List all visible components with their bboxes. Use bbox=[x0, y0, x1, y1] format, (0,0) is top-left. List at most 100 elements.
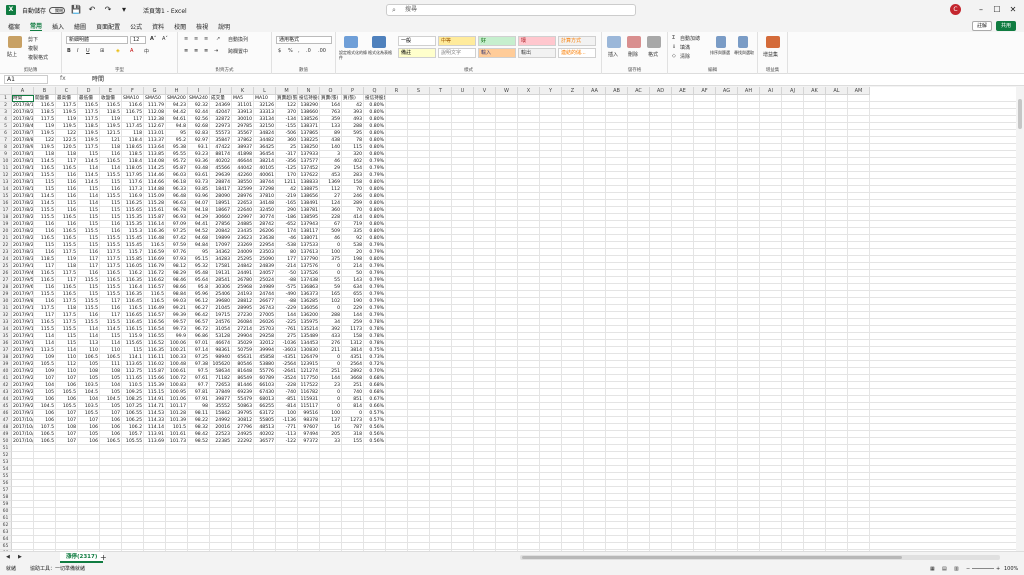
data-cell[interactable]: 100.61 bbox=[167, 368, 187, 375]
data-cell[interactable]: -125 bbox=[277, 165, 297, 172]
data-cell[interactable]: -3603 bbox=[277, 347, 297, 354]
data-cell[interactable]: 95.87 bbox=[167, 165, 187, 172]
row-header[interactable]: 16 bbox=[0, 200, 12, 207]
data-cell[interactable]: 2017/9/19 bbox=[13, 347, 33, 354]
data-cell[interactable]: 116 bbox=[35, 249, 55, 256]
data-cell[interactable]: 117.5 bbox=[101, 263, 121, 270]
row-header[interactable]: 46 bbox=[0, 410, 12, 417]
data-cell[interactable]: 116 bbox=[57, 172, 77, 179]
data-cell[interactable]: 94.52 bbox=[189, 228, 209, 235]
data-cell[interactable]: 111 bbox=[101, 361, 121, 368]
data-cell[interactable]: 100 bbox=[277, 410, 297, 417]
data-cell[interactable]: 116.5 bbox=[145, 298, 165, 305]
column-header[interactable]: U bbox=[452, 87, 474, 95]
data-cell[interactable]: 97.01 bbox=[189, 340, 209, 347]
data-cell[interactable]: 130830 bbox=[299, 347, 319, 354]
data-cell[interactable]: 2017/9/4 bbox=[13, 270, 33, 277]
data-cell[interactable]: 2017/8/30 bbox=[13, 249, 33, 256]
paste-button[interactable]: 貼上 bbox=[7, 51, 17, 58]
data-cell[interactable]: 15842 bbox=[211, 410, 231, 417]
data-cell[interactable]: 95.72 bbox=[167, 158, 187, 165]
data-cell[interactable]: 110 bbox=[101, 347, 121, 354]
data-cell[interactable]: 32126 bbox=[255, 102, 275, 109]
data-cell[interactable]: 119.5 bbox=[35, 144, 55, 151]
column-header[interactable]: G bbox=[144, 87, 166, 95]
data-cell[interactable]: 116.9 bbox=[123, 193, 143, 200]
align-middle-icon[interactable]: ≡ bbox=[194, 36, 198, 42]
row-header[interactable]: 9 bbox=[0, 151, 12, 158]
data-cell[interactable]: 112.67 bbox=[145, 123, 165, 130]
data-cell[interactable]: 114.5 bbox=[101, 326, 121, 333]
zoom-level[interactable]: 100% bbox=[1004, 563, 1018, 575]
zoom-slider[interactable] bbox=[972, 568, 994, 569]
row-header[interactable]: 57 bbox=[0, 487, 12, 494]
sheet-tab[interactable]: 漲停(2317) bbox=[60, 552, 104, 563]
data-cell[interactable]: 100.95 bbox=[167, 389, 187, 396]
clear-icon[interactable]: ◇ bbox=[672, 53, 676, 59]
data-cell[interactable]: 393 bbox=[343, 109, 363, 116]
data-cell[interactable]: 117522 bbox=[299, 382, 319, 389]
column-header[interactable]: I bbox=[188, 87, 210, 95]
normal-view-icon[interactable]: ▦ bbox=[930, 563, 935, 575]
data-cell[interactable]: 21045 bbox=[211, 305, 231, 312]
data-cell[interactable]: 2017/9/18 bbox=[13, 340, 33, 347]
data-cell[interactable]: 97.09 bbox=[167, 221, 187, 228]
data-cell[interactable]: 138781 bbox=[299, 207, 319, 214]
data-cell[interactable]: 106 bbox=[79, 438, 99, 445]
data-cell[interactable]: 137452 bbox=[299, 165, 319, 172]
data-cell[interactable]: -740 bbox=[277, 389, 297, 396]
data-cell[interactable]: 116 bbox=[101, 305, 121, 312]
data-cell[interactable]: 0.78% bbox=[365, 326, 385, 333]
data-cell[interactable]: 2017/10/3 bbox=[13, 424, 33, 431]
data-cell[interactable]: 106 bbox=[101, 424, 121, 431]
data-cell[interactable]: 2017/9/26 bbox=[13, 382, 33, 389]
data-cell[interactable]: 59 bbox=[321, 284, 341, 291]
data-cell[interactable]: 110 bbox=[57, 368, 77, 375]
data-cell[interactable]: 2017/8/23 bbox=[13, 214, 33, 221]
data-cell[interactable]: 0.68% bbox=[365, 382, 385, 389]
data-cell[interactable]: 1273 bbox=[343, 417, 363, 424]
data-cell[interactable]: 0 bbox=[321, 361, 341, 368]
data-cell[interactable]: 116.02 bbox=[145, 361, 165, 368]
data-cell[interactable]: 109 bbox=[35, 354, 55, 361]
data-cell[interactable]: 94.8 bbox=[167, 123, 187, 130]
data-cell[interactable]: 93.96 bbox=[189, 193, 209, 200]
data-cell[interactable]: 34362 bbox=[211, 249, 231, 256]
data-cell[interactable]: 115 bbox=[101, 179, 121, 186]
add-sheet-icon[interactable]: + bbox=[100, 553, 107, 562]
data-cell[interactable]: -771 bbox=[277, 424, 297, 431]
row-header[interactable]: 14 bbox=[0, 186, 12, 193]
data-cell[interactable]: 114 bbox=[35, 333, 55, 340]
data-cell[interactable]: 100 bbox=[321, 249, 341, 256]
data-cell[interactable]: 23269 bbox=[233, 242, 253, 249]
data-cell[interactable]: 228 bbox=[321, 214, 341, 221]
column-header[interactable]: AM bbox=[848, 87, 870, 95]
align-left-icon[interactable]: ≣ bbox=[184, 48, 188, 54]
row-header[interactable]: 40 bbox=[0, 368, 12, 375]
data-cell[interactable]: 114.88 bbox=[145, 186, 165, 193]
row-header[interactable]: 62 bbox=[0, 522, 12, 529]
data-cell[interactable]: 98940 bbox=[211, 354, 231, 361]
data-cell[interactable]: 0.56% bbox=[365, 438, 385, 445]
indent-icon[interactable]: ⇥ bbox=[214, 48, 218, 54]
data-cell[interactable]: 114.14 bbox=[145, 424, 165, 431]
data-cell[interactable]: 0.80% bbox=[365, 186, 385, 193]
data-cell[interactable]: 763 bbox=[321, 109, 341, 116]
data-cell[interactable]: 34482 bbox=[255, 137, 275, 144]
grow-font-icon[interactable]: A˄ bbox=[150, 36, 156, 42]
data-cell[interactable]: 116 bbox=[79, 270, 99, 277]
data-cell[interactable]: 89 bbox=[321, 130, 341, 137]
data-cell[interactable]: 25968 bbox=[233, 284, 253, 291]
find-select-icon[interactable] bbox=[738, 36, 748, 48]
data-cell[interactable]: 109 bbox=[35, 368, 55, 375]
data-cell[interactable]: 113.65 bbox=[123, 361, 143, 368]
data-cell[interactable]: 107 bbox=[35, 375, 55, 382]
data-cell[interactable]: 113.64 bbox=[145, 144, 165, 151]
data-cell[interactable]: 138225 bbox=[299, 137, 319, 144]
column-header[interactable]: J bbox=[210, 87, 232, 95]
data-cell[interactable]: 360 bbox=[277, 137, 297, 144]
data-cell[interactable]: 106.55 bbox=[123, 410, 143, 417]
data-cell[interactable]: 28541 bbox=[211, 277, 231, 284]
data-cell[interactable]: 135214 bbox=[299, 326, 319, 333]
data-cell[interactable]: 115 bbox=[79, 235, 99, 242]
